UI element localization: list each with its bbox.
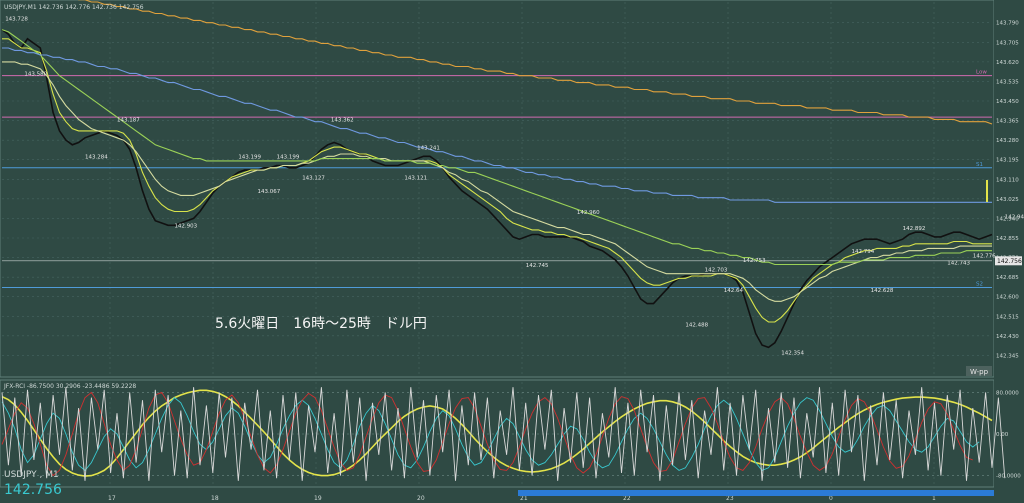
price-label: 143.199 [277,155,300,161]
level-label: S2 [976,282,983,288]
price-tick-label: 143.280 [996,138,1019,144]
time-tick-label: 22 [623,495,631,502]
time-tick-label: 18 [211,495,219,502]
price-label: 143.728 [5,16,28,22]
price-tick-label: 142.600 [996,295,1019,301]
price-label: 142.628 [871,288,894,294]
current-price-large: 142.756 [4,482,62,498]
price-label: 142.794 [851,249,874,255]
price-tick-label: 142.685 [996,275,1019,281]
price-tick-label: 143.365 [996,119,1019,125]
time-tick-label: 0 [829,495,833,502]
current-price-marker-text: 142.756 [997,258,1022,265]
time-tick-label: 21 [520,495,528,502]
price-tick-label: 142.345 [996,353,1019,359]
price-tick-label: 143.195 [996,158,1019,164]
time-tick-label: 23 [726,495,734,502]
level-label: S1 [976,162,983,168]
price-label: 143.121 [404,175,427,181]
chart-canvas: Low S1 S2 143.728 143.580 143.284 143.187 142.… [0,0,1024,503]
price-label: 142.776 [973,254,996,260]
level-label: Low [976,70,987,76]
price-label: 143.199 [238,155,261,161]
price-tick-label: 143.620 [996,60,1019,66]
price-tick-label: 143.450 [996,99,1019,105]
price-tick-label: 142.940 [996,216,1019,222]
price-label: 142.743 [947,260,970,266]
time-tick-label: 17 [108,495,116,502]
sub-tick-label: 80.0000 [996,390,1019,396]
overlay-title: 5.6火曜日 16時～25時 ドル円 [215,316,427,332]
price-label: 142.703 [705,267,728,273]
price-tick-label: 143.535 [996,79,1019,85]
price-axis-bg [994,0,1024,490]
price-label: 143.362 [331,118,354,124]
main-plot-area [0,0,995,378]
yellow-marker [986,180,988,202]
price-label: 142.960 [577,210,600,216]
time-tick-label: 1 [932,495,936,502]
sub-tick-label: -80.0000 [996,474,1021,480]
wpp-badge: W-pp [970,368,989,376]
price-label: 142.745 [526,263,549,269]
price-tick-label: 143.025 [996,197,1019,203]
time-strip [518,490,994,496]
price-label: 143.067 [257,189,280,195]
price-label: 143.241 [417,145,440,151]
price-label: 142.892 [903,226,926,232]
price-label: 142.64 [724,288,744,294]
sub-tick-label: 0.00 [996,432,1009,438]
price-tick-label: 142.430 [996,334,1019,340]
sub-header-info: JFX-RCI -86.7500 30.2906 -23.4486 59.222… [3,383,136,390]
price-label: 142.903 [174,224,197,230]
price-tick-label: 142.855 [996,236,1019,242]
price-label: 143.127 [302,175,325,181]
time-tick-label: 19 [314,495,322,502]
main-header-info: USDJPY,M1 142.736 142.776 142.736 142.75… [4,4,144,11]
price-tick-label: 143.705 [996,40,1019,46]
price-label: 143.284 [85,155,108,161]
price-label: 142.753 [743,258,766,264]
symbol-timeframe: USDJPY , M1 [4,470,59,480]
price-label: 143.580 [24,72,47,78]
price-tick-label: 143.790 [996,21,1019,27]
price-tick-label: 142.515 [996,314,1019,320]
price-tick-label: 143.110 [996,177,1019,183]
price-label: 143.187 [117,118,140,124]
price-label: 142.354 [781,350,804,356]
price-label: 142.488 [685,323,708,329]
time-tick-label: 20 [417,495,425,502]
